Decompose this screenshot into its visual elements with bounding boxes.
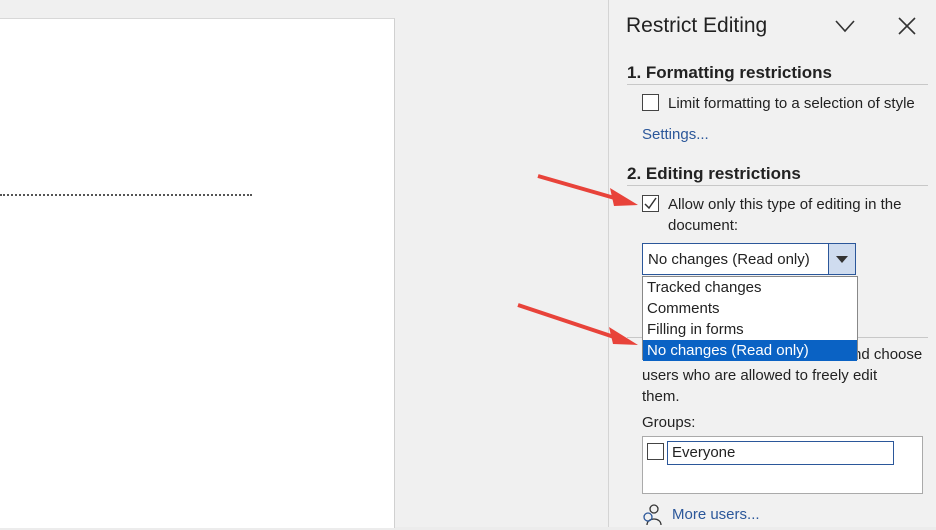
- editing-type-select[interactable]: No changes (Read only): [642, 243, 856, 275]
- settings-link[interactable]: Settings...: [642, 126, 709, 143]
- select-value: No changes (Read only): [648, 251, 810, 268]
- pane-title: Restrict Editing: [626, 14, 768, 37]
- limit-formatting-label: Limit formatting to a selection of style: [668, 95, 915, 112]
- restrict-editing-pane: Restrict Editing 1. Formatting restricti…: [608, 0, 936, 527]
- dotted-line: [0, 194, 252, 196]
- editing-restrictions-heading: 2. Editing restrictions: [627, 164, 801, 183]
- exceptions-text-line1: nd choose: [853, 346, 923, 363]
- option-comments[interactable]: Comments: [643, 298, 857, 319]
- chevron-down-icon[interactable]: [833, 14, 857, 38]
- limit-formatting-checkbox[interactable]: [642, 94, 659, 111]
- person-icon: [641, 503, 663, 526]
- groups-label: Groups:: [642, 414, 696, 431]
- everyone-checkbox[interactable]: [647, 443, 664, 460]
- allow-editing-label-line2: document:: [668, 217, 739, 234]
- document-area: [0, 0, 608, 528]
- everyone-item[interactable]: Everyone: [667, 441, 894, 465]
- editing-type-dropdown: Tracked changes Comments Filling in form…: [642, 276, 858, 361]
- allow-editing-label-line1: Allow only this type of editing in the: [668, 196, 902, 213]
- exceptions-text-line3: them.: [642, 388, 680, 405]
- exceptions-text-line2: users who are allowed to freely edit: [642, 367, 878, 384]
- groups-list: Everyone: [642, 436, 923, 494]
- option-filling-in-forms[interactable]: Filling in forms: [643, 319, 857, 340]
- option-no-changes[interactable]: No changes (Read only): [643, 340, 857, 361]
- allow-editing-checkbox[interactable]: [642, 195, 659, 212]
- close-icon[interactable]: [895, 14, 919, 38]
- more-users-link[interactable]: More users...: [672, 506, 760, 523]
- formatting-restrictions-heading: 1. Formatting restrictions: [627, 63, 832, 82]
- checkmark-icon: [644, 197, 657, 210]
- option-tracked-changes[interactable]: Tracked changes: [643, 277, 857, 298]
- divider: [627, 185, 928, 186]
- divider: [627, 84, 928, 85]
- dropdown-arrow-icon[interactable]: [828, 244, 855, 274]
- document-page[interactable]: [0, 18, 395, 528]
